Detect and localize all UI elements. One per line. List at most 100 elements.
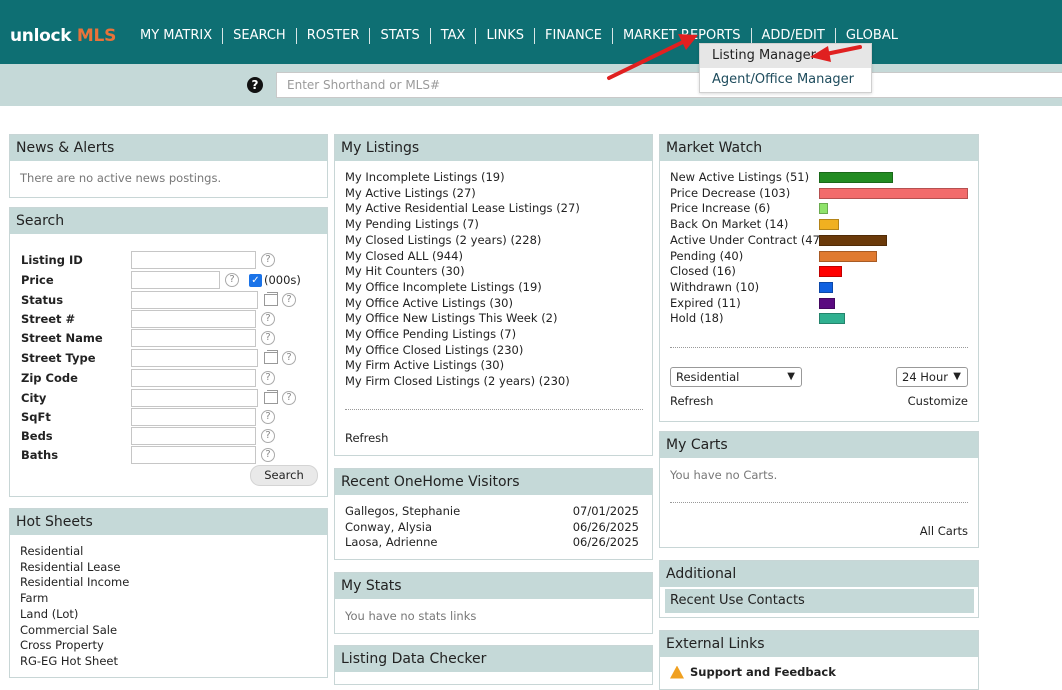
street-name-input[interactable]: [131, 329, 256, 347]
street-number-input[interactable]: [131, 310, 256, 328]
nav-tax[interactable]: TAX: [431, 28, 477, 44]
popup-window-icon[interactable]: [264, 292, 278, 306]
listing-link[interactable]: My Active Listings (27): [345, 186, 580, 202]
nav-my-matrix[interactable]: MY MATRIX: [130, 28, 224, 44]
market-watch-row[interactable]: New Active Listings (51): [670, 170, 980, 185]
market-watch-row[interactable]: Withdrawn (10): [670, 280, 980, 295]
listing-link[interactable]: My Closed Listings (2 years) (228): [345, 233, 580, 249]
listing-link[interactable]: My Firm Closed Listings (2 years) (230): [345, 374, 580, 390]
market-watch-row[interactable]: Expired (11): [670, 296, 980, 311]
visitor-row[interactable]: Laosa, Adrienne 06/26/2025: [345, 535, 639, 551]
beds-input[interactable]: [131, 427, 256, 445]
hot-sheet-residential-income[interactable]: Residential Income: [20, 575, 129, 591]
search-row-baths: Baths ?: [21, 446, 275, 464]
hot-sheet-residential[interactable]: Residential: [20, 544, 129, 560]
listing-link[interactable]: My Closed ALL (944): [345, 249, 580, 265]
hot-sheet-commercial-sale[interactable]: Commercial Sale: [20, 623, 129, 639]
news-alerts-panel: News & Alerts There are no active news p…: [9, 134, 328, 198]
search-button[interactable]: Search: [250, 465, 318, 486]
listing-id-input[interactable]: [131, 251, 256, 269]
nav-roster[interactable]: ROSTER: [297, 28, 371, 44]
street-type-input[interactable]: [131, 349, 258, 367]
help-question-icon[interactable]: ?: [261, 429, 275, 443]
sqft-input[interactable]: [131, 408, 256, 426]
search-row-city: City ?: [21, 389, 296, 407]
market-watch-row[interactable]: Back On Market (14): [670, 217, 980, 232]
help-question-icon[interactable]: ?: [261, 410, 275, 424]
help-icon[interactable]: ?: [247, 77, 263, 93]
market-watch-row[interactable]: Price Decrease (103): [670, 186, 980, 201]
menu-item-agent-office-manager[interactable]: Agent/Office Manager: [700, 68, 871, 92]
popup-window-icon[interactable]: [264, 350, 278, 364]
help-question-icon[interactable]: ?: [261, 448, 275, 462]
help-question-icon[interactable]: ?: [261, 253, 275, 267]
market-watch-title: Market Watch: [660, 135, 978, 161]
listing-link[interactable]: My Office Closed Listings (230): [345, 343, 580, 359]
hot-sheet-cross-property[interactable]: Cross Property: [20, 638, 129, 654]
nav-global[interactable]: GLOBAL: [836, 28, 908, 44]
menu-item-listing-manager[interactable]: Listing Manager: [700, 44, 871, 68]
search-row-sqft: SqFt ?: [21, 408, 275, 426]
nav-links[interactable]: LINKS: [476, 28, 536, 44]
help-question-icon[interactable]: ?: [261, 312, 275, 326]
market-watch-row[interactable]: Pending (40): [670, 249, 980, 264]
time-period-select[interactable]: 24 Hour ▼: [896, 367, 968, 387]
listing-link[interactable]: My Office Incomplete Listings (19): [345, 280, 580, 296]
property-type-select[interactable]: Residential ▼: [670, 367, 802, 387]
listing-link[interactable]: My Incomplete Listings (19): [345, 170, 580, 186]
market-watch-customize-link[interactable]: Customize: [908, 394, 968, 408]
search-row-beds: Beds ?: [21, 427, 275, 445]
label-baths: Baths: [21, 448, 59, 462]
recent-visitors-panel: Recent OneHome Visitors Gallegos, Stepha…: [334, 468, 653, 560]
listing-link[interactable]: My Firm Active Listings (30): [345, 358, 580, 374]
market-watch-row[interactable]: Closed (16): [670, 264, 980, 279]
listing-link[interactable]: My Hit Counters (30): [345, 264, 580, 280]
shorthand-mls-input[interactable]: [276, 72, 1062, 98]
hot-sheet-residential-lease[interactable]: Residential Lease: [20, 560, 129, 576]
label-sqft: SqFt: [21, 410, 51, 424]
my-listings-refresh-link[interactable]: Refresh: [345, 431, 388, 445]
market-watch-row[interactable]: Active Under Contract (47): [670, 233, 980, 248]
listing-link[interactable]: My Office Active Listings (30): [345, 296, 580, 312]
help-question-icon[interactable]: ?: [261, 331, 275, 345]
nav-market-reports[interactable]: MARKET REPORTS: [613, 28, 752, 44]
hot-sheet-rg-eg[interactable]: RG-EG Hot Sheet: [20, 654, 129, 670]
city-input[interactable]: [131, 389, 258, 407]
market-watch-bar: [819, 203, 828, 215]
visitor-date: 07/01/2025: [572, 504, 639, 518]
help-question-icon[interactable]: ?: [282, 391, 296, 405]
market-watch-refresh-link[interactable]: Refresh: [670, 394, 713, 408]
listing-data-checker-panel: Listing Data Checker: [334, 645, 653, 685]
nav-finance[interactable]: FINANCE: [535, 28, 613, 44]
market-watch-bar: [819, 234, 887, 246]
listing-link[interactable]: My Active Residential Lease Listings (27…: [345, 201, 580, 217]
price-thousands-checkbox[interactable]: ✓: [249, 273, 262, 287]
recent-use-contacts-link[interactable]: Recent Use Contacts: [665, 589, 974, 613]
nav-add-edit[interactable]: ADD/EDIT: [752, 28, 836, 44]
price-input[interactable]: [131, 271, 220, 289]
hot-sheet-land-lot[interactable]: Land (Lot): [20, 607, 129, 623]
listing-link[interactable]: My Office Pending Listings (7): [345, 327, 580, 343]
hot-sheet-farm[interactable]: Farm: [20, 591, 129, 607]
all-carts-link[interactable]: All Carts: [920, 524, 968, 538]
market-watch-row[interactable]: Hold (18): [670, 311, 980, 326]
help-question-icon[interactable]: ?: [282, 351, 296, 365]
nav-stats[interactable]: STATS: [370, 28, 431, 44]
status-input[interactable]: [131, 291, 258, 309]
listing-link[interactable]: My Office New Listings This Week (2): [345, 311, 580, 327]
chevron-down-icon: ▼: [787, 371, 795, 382]
baths-input[interactable]: [131, 446, 256, 464]
help-question-icon[interactable]: ?: [282, 293, 296, 307]
logo-text-mls: MLS: [76, 26, 117, 46]
market-watch-row[interactable]: Price Increase (6): [670, 201, 980, 216]
listing-link[interactable]: My Pending Listings (7): [345, 217, 580, 233]
nav-search[interactable]: SEARCH: [223, 28, 297, 44]
popup-window-icon[interactable]: [264, 390, 278, 404]
visitor-row[interactable]: Gallegos, Stephanie 07/01/2025: [345, 504, 639, 520]
help-question-icon[interactable]: ?: [261, 371, 275, 385]
zip-code-input[interactable]: [131, 369, 256, 387]
help-question-icon[interactable]: ?: [225, 273, 239, 287]
support-feedback-link[interactable]: Support and Feedback: [670, 665, 836, 679]
unlock-mls-logo[interactable]: unlock MLS: [10, 26, 116, 46]
visitor-row[interactable]: Conway, Alysia 06/26/2025: [345, 520, 639, 536]
